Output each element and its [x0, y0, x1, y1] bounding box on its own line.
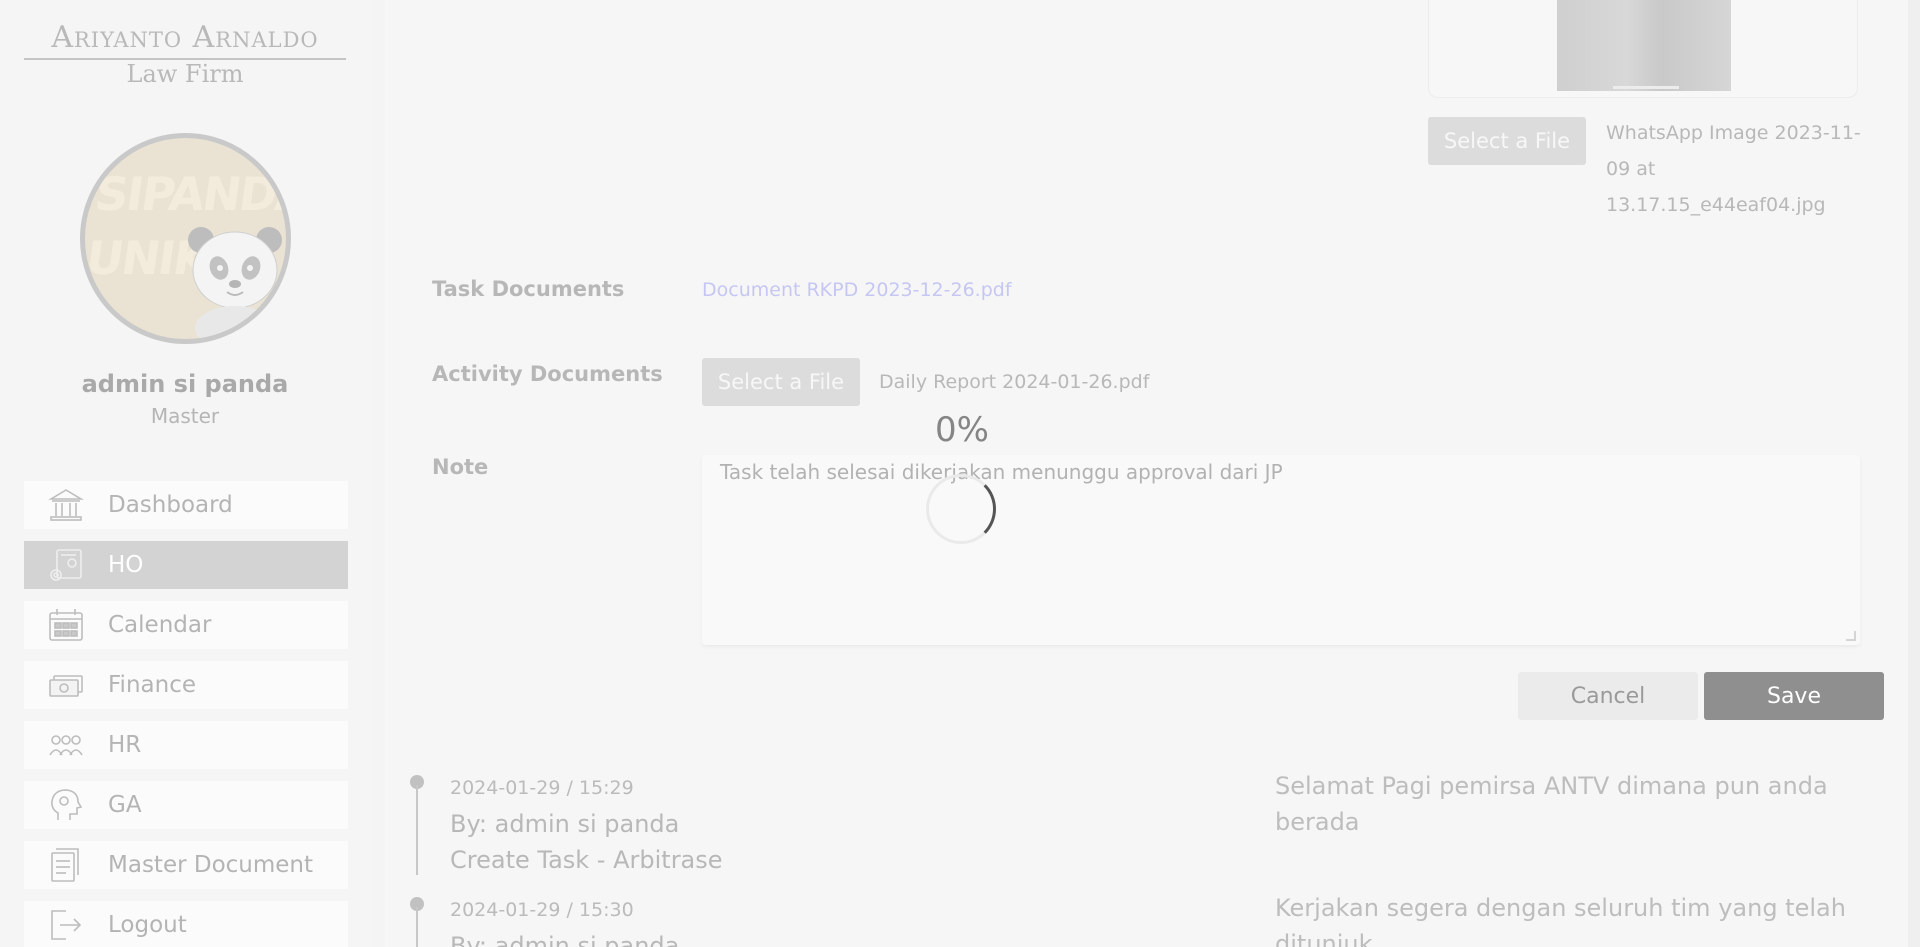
note-label: Note — [432, 455, 489, 479]
logo-title: Ariyanto Arnaldo — [24, 20, 346, 60]
scrollbar[interactable] — [1908, 0, 1920, 947]
image-file-name: WhatsApp Image 2023-11-09 at 13.17.15_e4… — [1606, 122, 1861, 216]
timeline-action: Create Task - Arbitrase — [450, 846, 723, 874]
timeline-datetime: 2024-01-29 / 15:29 — [450, 777, 634, 799]
sidebar-item-dashboard[interactable]: Dashboard — [24, 481, 348, 529]
note-textarea[interactable]: Task telah selesai dikerjakan menunggu a… — [702, 455, 1860, 645]
sidebar-item-label: Calendar — [108, 612, 212, 638]
upload-progress-percent: 0% — [935, 410, 989, 450]
sidebar-item-ho[interactable]: HO — [24, 541, 348, 589]
sidebar-nav: Dashboard HO Calendar Finance HR GA Mast… — [24, 481, 348, 947]
sidebar-item-label: HO — [108, 552, 144, 578]
head-gear-icon — [46, 785, 86, 825]
sidebar: Ariyanto Arnaldo Law Firm SIPANDA UNIK a… — [0, 0, 372, 947]
timeline-author: By: admin si panda — [450, 932, 680, 947]
sidebar-item-calendar[interactable]: Calendar — [24, 601, 348, 649]
note-text: Task telah selesai dikerjakan menunggu a… — [720, 460, 1283, 484]
panda-icon — [188, 227, 282, 338]
sidebar-item-label: Finance — [108, 672, 196, 698]
select-activity-file-button[interactable]: Select a File — [702, 358, 860, 406]
resize-handle[interactable] — [1846, 631, 1856, 641]
timeline-message: Kerjakan segera dengan seluruh tim yang … — [1275, 894, 1846, 947]
firm-logo: Ariyanto Arnaldo Law Firm — [24, 20, 346, 88]
timeline-line — [416, 785, 418, 875]
money-icon — [46, 665, 86, 705]
task-documents-label: Task Documents — [432, 277, 625, 301]
sidebar-item-finance[interactable]: Finance — [24, 661, 348, 709]
timeline-message: Selamat Pagi pemirsa ANTV dimana pun and… — [1275, 772, 1828, 836]
sidebar-item-hr[interactable]: HR — [24, 721, 348, 769]
sidebar-item-label: Dashboard — [108, 492, 233, 518]
activity-documents-label: Activity Documents — [432, 362, 663, 386]
image-thumbnail — [1557, 0, 1731, 91]
save-button[interactable]: Save — [1704, 672, 1884, 720]
logo-subtitle: Law Firm — [126, 60, 244, 88]
timeline-datetime: 2024-01-29 / 15:30 — [450, 899, 634, 921]
activity-file-name: Daily Report 2024-01-26.pdf — [879, 371, 1150, 393]
timeline-line — [416, 907, 418, 947]
sidebar-item-master-document[interactable]: Master Document — [24, 841, 348, 889]
office-icon — [46, 545, 86, 585]
calendar-icon — [46, 605, 86, 645]
sidebar-item-logout[interactable]: Logout — [24, 901, 348, 947]
logout-icon — [46, 905, 86, 945]
sidebar-item-label: Master Document — [108, 852, 314, 878]
cancel-button[interactable]: Cancel — [1518, 672, 1698, 720]
select-image-button[interactable]: Select a File — [1428, 117, 1586, 165]
sidebar-item-label: Logout — [108, 912, 187, 938]
task-document-link[interactable]: Document RKPD 2023-12-26.pdf — [702, 279, 1012, 301]
user-role: Master — [150, 404, 220, 428]
user-name: admin si panda — [81, 370, 289, 398]
loading-spinner-icon — [926, 474, 996, 544]
bank-icon — [46, 485, 86, 525]
sidebar-item-ga[interactable]: GA — [24, 781, 348, 829]
sidebar-item-label: HR — [108, 732, 142, 758]
document-icon — [46, 845, 86, 885]
avatar: SIPANDA UNIK — [80, 133, 291, 344]
timeline-author: By: admin si panda — [450, 810, 680, 838]
people-icon — [46, 725, 86, 765]
sidebar-item-label: GA — [108, 792, 142, 818]
